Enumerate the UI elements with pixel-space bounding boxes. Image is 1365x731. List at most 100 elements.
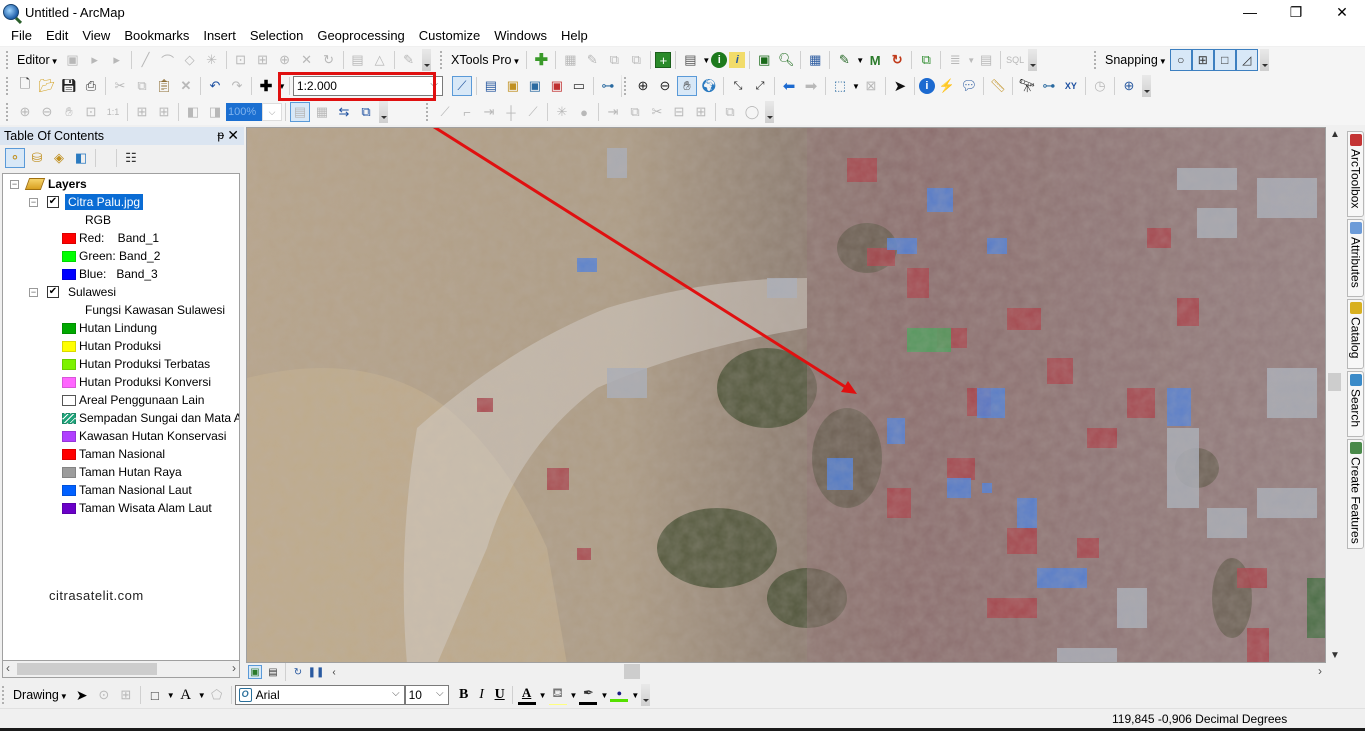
search-window-icon[interactable]: ▣ xyxy=(525,76,545,96)
add-data-plus-icon[interactable]: ✚ xyxy=(531,50,551,70)
sql-icon[interactable]: SQL xyxy=(1005,50,1025,70)
open-folder-icon[interactable]: 📂︎ xyxy=(37,76,57,96)
toolbar-overflow-icon[interactable] xyxy=(765,101,774,123)
toolbar-grip[interactable] xyxy=(1094,51,1098,69)
construct-features-icon[interactable]: ⊟ xyxy=(669,102,689,122)
line-intersection-icon[interactable]: ⟋ xyxy=(523,102,543,122)
minimize-button[interactable]: — xyxy=(1227,0,1273,24)
time-slider-icon[interactable]: ◷ xyxy=(1090,76,1110,96)
legend-item[interactable]: Red: Band_1 xyxy=(62,229,159,247)
toolbar-grip[interactable] xyxy=(2,686,6,704)
editor-toolbar-toggle-icon[interactable]: ⟋ xyxy=(451,76,472,96)
scrollbar-thumb[interactable] xyxy=(1328,373,1341,391)
legend-item[interactable]: Hutan Produksi Konversi xyxy=(62,373,211,391)
menu-selection[interactable]: Selection xyxy=(243,28,310,43)
caret-down-icon[interactable]: ▼ xyxy=(856,56,864,65)
redo-icon[interactable]: ↷ xyxy=(227,76,247,96)
collapse-icon[interactable]: − xyxy=(29,287,38,297)
fill-color-button[interactable]: ⛾ xyxy=(547,685,569,705)
save-edits-icon[interactable]: ▣ xyxy=(63,50,83,70)
layer-sulawesi[interactable]: − ✔ Sulawesi xyxy=(29,283,116,301)
curve-segment-icon[interactable]: ⌒ xyxy=(158,50,178,70)
legend-item[interactable]: Blue: Band_3 xyxy=(62,265,158,283)
legend-item[interactable]: Sempadan Sungai dan Mata A xyxy=(62,409,239,427)
scrollbar-thumb[interactable] xyxy=(17,663,157,675)
menu-customize[interactable]: Customize xyxy=(412,28,487,43)
layout-zoom-out-icon[interactable]: ⊖ xyxy=(37,102,57,122)
change-layout-icon[interactable]: ⇆ xyxy=(334,102,354,122)
info-green-icon[interactable]: i xyxy=(711,52,728,68)
legend-item[interactable]: Taman Nasional Laut xyxy=(62,481,192,499)
data-driven-pages-icon[interactable]: ⧉ xyxy=(356,102,376,122)
find-binoculars-icon[interactable]: 🔭︎ xyxy=(1017,76,1037,96)
straight-segment-icon[interactable]: ╱ xyxy=(136,50,156,70)
delete-icon[interactable]: ✕ xyxy=(176,76,196,96)
sketch-properties-icon[interactable]: △ xyxy=(370,50,390,70)
tree-root-layers[interactable]: − Layers xyxy=(10,175,87,193)
font-combobox[interactable]: O Arial ⌵ xyxy=(234,685,405,705)
text-tool-icon[interactable]: A xyxy=(176,685,196,705)
edit-tool-icon[interactable]: ▸ xyxy=(85,50,105,70)
caret-down-icon[interactable]: ▼ xyxy=(967,56,975,65)
layout-view-icon[interactable]: ▤ xyxy=(266,665,280,679)
menu-help[interactable]: Help xyxy=(554,28,595,43)
pan-hand-icon[interactable]: ✋︎ xyxy=(677,76,697,96)
toolbar-overflow-icon[interactable] xyxy=(641,684,651,706)
dock-tab-catalog[interactable]: Catalog xyxy=(1347,299,1364,369)
zoom-out-icon[interactable]: ⊖ xyxy=(655,76,675,96)
find-features-icon[interactable]: 🔍︎ xyxy=(776,50,796,70)
font-color-button[interactable]: A xyxy=(516,685,538,705)
convert-icon[interactable]: ⧉ xyxy=(604,50,624,70)
legend-item[interactable]: Hutan Produksi xyxy=(62,337,161,355)
smooth-icon[interactable]: ● xyxy=(574,102,594,122)
refresh-m-icon[interactable]: ↻ xyxy=(887,50,907,70)
layer-name[interactable]: Citra Palu.jpg xyxy=(65,194,144,210)
vertex-snap-icon[interactable]: □ xyxy=(1213,49,1236,71)
editor-menu-button[interactable]: Editor▼ xyxy=(14,53,62,67)
menu-file[interactable]: File xyxy=(4,28,39,43)
toolbar-grip[interactable] xyxy=(6,77,10,95)
html-popup-icon[interactable]: 💬︎ xyxy=(959,76,979,96)
zoom-100-icon[interactable]: 1:1 xyxy=(103,102,123,122)
caret-down-icon[interactable]: ▼ xyxy=(167,691,175,700)
layer-citra-palu[interactable]: − ✔ Citra Palu.jpg xyxy=(29,193,144,211)
maximize-button[interactable]: ❐ xyxy=(1273,0,1319,24)
pencil-icon[interactable]: ✎ xyxy=(582,50,602,70)
menu-bookmarks[interactable]: Bookmarks xyxy=(117,28,196,43)
identify-icon[interactable]: i xyxy=(918,78,935,94)
clear-selection-icon[interactable]: ⊠ xyxy=(861,76,881,96)
xtools-menu-button[interactable]: XTools Pro▼ xyxy=(448,53,523,67)
legend-item[interactable]: Kawasan Hutan Konservasi xyxy=(62,427,226,445)
rotate-element-icon[interactable]: ⊙ xyxy=(94,685,114,705)
print-icon[interactable]: ⎙ xyxy=(81,76,101,96)
python-window-icon[interactable]: ▭ xyxy=(569,76,589,96)
chevron-down-icon[interactable]: ⌵ xyxy=(430,79,438,90)
stack-icon[interactable]: ≣ xyxy=(945,50,965,70)
dock-tab-arctoolbox[interactable]: ArcToolbox xyxy=(1347,131,1364,217)
zoom-selected-icon[interactable]: ⊞ xyxy=(116,685,136,705)
extend-icon[interactable]: ⇥ xyxy=(479,102,499,122)
merge-icon[interactable]: M xyxy=(865,50,885,70)
modelbuilder-icon[interactable]: ⊶ xyxy=(598,76,618,96)
menu-geoprocessing[interactable]: Geoprocessing xyxy=(310,28,411,43)
toc-close-icon[interactable]: ✕ xyxy=(227,127,239,144)
toolbar-overflow-icon[interactable] xyxy=(1259,49,1269,71)
toolbar-overflow-icon[interactable] xyxy=(379,101,388,123)
marker-color-button[interactable]: ● xyxy=(608,685,630,705)
continue-feature-icon[interactable]: ⇥ xyxy=(603,102,623,122)
layer-props-icon[interactable]: ▤ xyxy=(680,50,700,70)
add-data-icon[interactable]: ✚ xyxy=(256,76,276,96)
full-extent-globe-icon[interactable]: 🌍︎ xyxy=(699,76,719,96)
copy-icon[interactable]: ⧉ xyxy=(132,76,152,96)
map-scale-combobox[interactable]: 1:2.000 ⌵ xyxy=(292,76,443,96)
caret-down-icon[interactable]: ▼ xyxy=(198,691,206,700)
select-elements-icon[interactable]: ➤ xyxy=(72,685,92,705)
toolbar-overflow-icon[interactable] xyxy=(1028,49,1038,71)
legend-item[interactable]: Taman Wisata Alam Laut xyxy=(62,499,212,517)
forward-extent-icon[interactable]: ➡ xyxy=(801,76,821,96)
buffer-icon[interactable]: ◯ xyxy=(742,102,762,122)
pin-icon[interactable]: ᵽ xyxy=(217,128,224,142)
caret-down-icon[interactable]: ▼ xyxy=(570,691,578,700)
toc-horizontal-scrollbar[interactable]: ‹ › xyxy=(2,661,240,678)
fixed-zoom-in-layout-icon[interactable]: ⊞ xyxy=(132,102,152,122)
